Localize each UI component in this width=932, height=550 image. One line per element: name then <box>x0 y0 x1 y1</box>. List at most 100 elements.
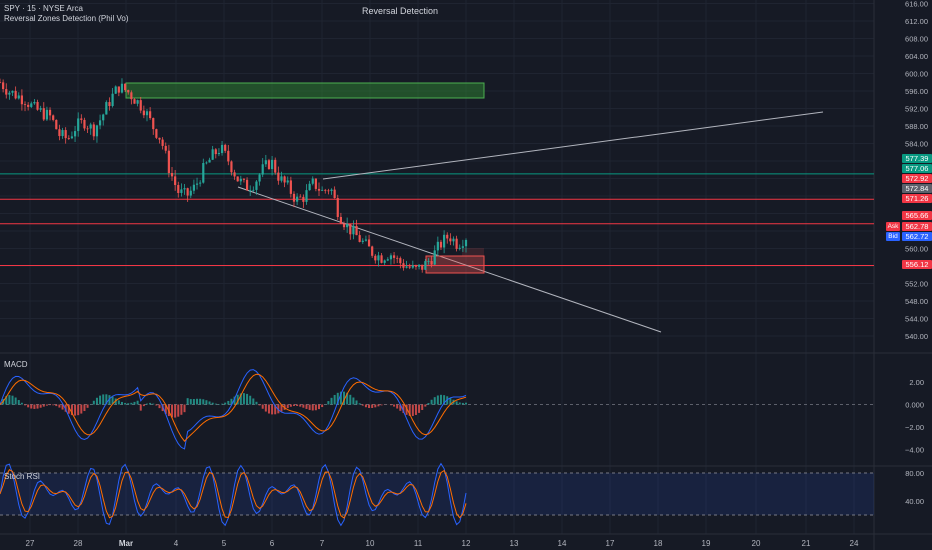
candle-body <box>98 120 102 126</box>
macd-histogram-bar <box>20 402 23 405</box>
macd-histogram-bar <box>424 404 427 407</box>
candle-body <box>42 108 45 120</box>
macd-histogram-bar <box>430 399 433 405</box>
macd-histogram-bar <box>264 404 267 412</box>
candle-body <box>117 86 120 93</box>
candle-body <box>336 198 339 217</box>
candle-body <box>133 99 136 104</box>
candle-body <box>245 179 249 191</box>
candle-body <box>92 124 95 137</box>
macd-histogram-bar <box>92 400 95 405</box>
candle-body <box>8 92 11 95</box>
price-tick-label: 616.00 <box>905 0 928 9</box>
green-reversal-zone <box>125 82 485 99</box>
macd-histogram-bar <box>368 404 371 409</box>
candle-body <box>461 246 464 248</box>
macd-histogram-bar <box>202 399 205 405</box>
macd-histogram-bar <box>252 398 255 405</box>
candle-body <box>152 118 155 130</box>
candle-body <box>324 189 327 191</box>
macd-histogram-bar <box>36 404 39 409</box>
price-tag-7: 562.78 <box>902 222 932 231</box>
macd-pane-label[interactable]: MACD <box>4 360 28 369</box>
candle-body <box>0 82 2 84</box>
trading-chart[interactable]: 616.00 612.00 608.00 604.00 600.00 596.00 592.… <box>0 0 932 550</box>
price-tick-label: 612.00 <box>905 17 928 26</box>
candle-body <box>170 173 174 177</box>
price-tick-label: 588.00 <box>905 122 928 131</box>
candle-body <box>130 92 133 100</box>
macd-histogram-bar <box>396 404 399 409</box>
candle-body <box>67 138 70 139</box>
macd-histogram-bar <box>267 404 270 414</box>
candle-body <box>264 160 267 165</box>
macd-histogram-bar <box>227 400 230 405</box>
candle-body <box>342 223 346 228</box>
candle-body <box>61 130 64 137</box>
candle-body <box>396 257 399 259</box>
macd-histogram-bar <box>349 394 352 405</box>
macd-histogram-bar <box>33 404 36 409</box>
macd-histogram-bar <box>330 397 333 405</box>
macd-histogram-bar <box>249 395 252 405</box>
candle-body <box>314 178 317 189</box>
candle-body <box>64 130 67 139</box>
candle-body <box>464 239 468 247</box>
macd-histogram-bar <box>142 404 145 407</box>
time-tick-label: 27 <box>26 539 35 548</box>
indicator-line[interactable]: Reversal Zones Detection (Phil Vo) <box>4 14 129 23</box>
macd-histogram-bar <box>139 404 142 411</box>
candle-body <box>114 86 117 94</box>
macd-histogram-bar <box>124 402 127 405</box>
candle-body <box>439 241 443 248</box>
price-tag-2: 577.06 <box>902 164 932 173</box>
macd-histogram-bar <box>389 404 392 406</box>
candle-body <box>236 176 239 182</box>
macd-histogram-bar <box>461 402 464 405</box>
macd-histogram-bar <box>221 403 224 405</box>
candle-body <box>20 95 23 105</box>
time-tick-label: 20 <box>752 539 761 548</box>
time-tick-label: 14 <box>558 539 567 548</box>
candle-body <box>267 160 271 170</box>
candle-body <box>252 189 255 191</box>
candle-body <box>45 109 49 120</box>
candle-body <box>155 129 158 138</box>
candle-body <box>58 129 61 137</box>
macd-histogram-bar <box>130 402 133 405</box>
candle-body <box>161 139 164 146</box>
macd-histogram-bar <box>152 403 155 405</box>
symbol-line[interactable]: SPY · 15 · NYSE Arca <box>4 4 83 13</box>
macd-histogram-bar <box>311 404 314 411</box>
macd-histogram-bar <box>314 404 317 411</box>
candle-body <box>352 225 355 235</box>
macd-histogram-bar <box>258 404 261 406</box>
macd-histogram-bar <box>364 404 367 408</box>
macd-histogram-bar <box>199 398 202 405</box>
candle-body <box>280 176 283 181</box>
time-tick-label: 4 <box>174 539 179 548</box>
macd-histogram-bar <box>261 404 264 409</box>
candle-body <box>80 118 83 120</box>
candle-body <box>5 89 8 95</box>
macd-histogram-bar <box>358 403 361 405</box>
macd-histogram-bar <box>27 404 30 408</box>
macd-histogram-bar <box>455 401 458 405</box>
upper-trendline <box>322 111 824 180</box>
macd-histogram-bar <box>183 404 186 413</box>
macd-histogram-bar <box>133 401 136 405</box>
macd-histogram-bar <box>189 399 192 405</box>
candle-body <box>270 159 274 170</box>
candle-body <box>164 145 167 151</box>
stoch-pane-label[interactable]: Stoch RSI <box>4 472 40 481</box>
candle-body <box>258 174 261 182</box>
macd-histogram-bar <box>95 397 98 405</box>
candle-body <box>239 178 242 182</box>
macd-histogram-bar <box>208 401 211 405</box>
macd-histogram-bar <box>286 404 289 409</box>
candle-body <box>349 223 352 235</box>
candle-body <box>220 144 224 154</box>
macd-histogram-bar <box>77 404 80 416</box>
candle-body <box>317 188 321 191</box>
candle-body <box>311 178 314 184</box>
